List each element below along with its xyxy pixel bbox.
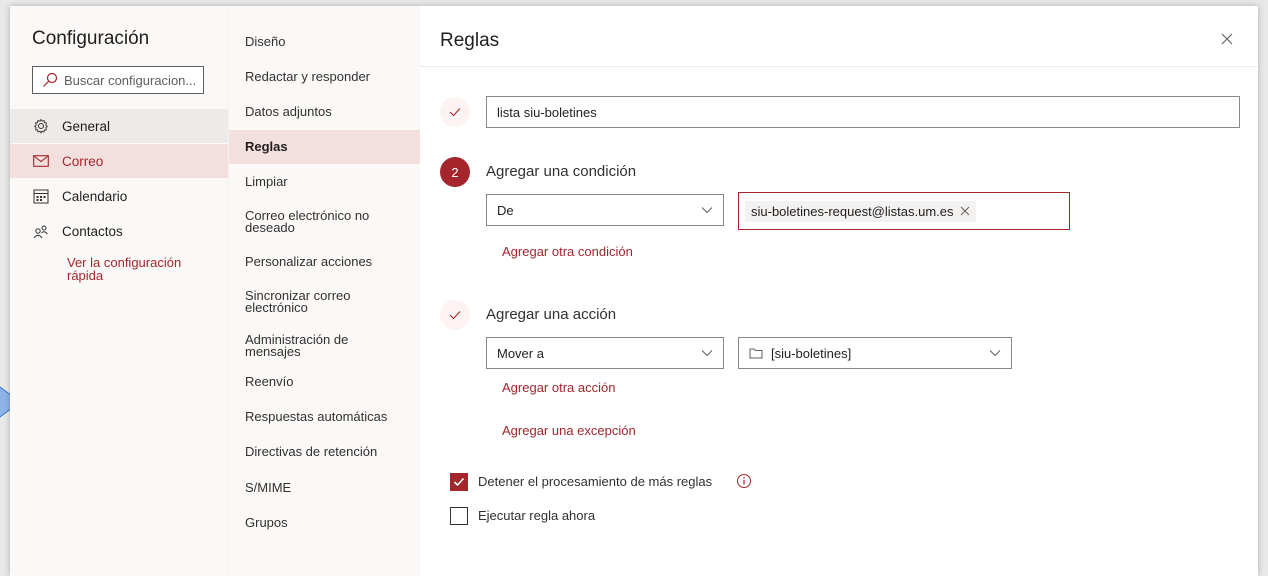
recipient-input[interactable]: siu-boletines-request@listas.um.es xyxy=(738,192,1070,230)
settings-dialog: Configuración Buscar configuracion... Ge… xyxy=(10,6,1258,576)
remove-recipient-icon[interactable] xyxy=(960,206,970,216)
settings-search-input[interactable]: Buscar configuracion... xyxy=(32,66,204,94)
mid-nav-item[interactable]: Administración de mensajes xyxy=(229,330,379,362)
nav-item-label: Contactos xyxy=(62,223,123,239)
condition-dropdown[interactable]: De xyxy=(486,194,724,226)
mid-nav-item[interactable]: Diseño xyxy=(229,32,421,52)
mid-nav-item[interactable]: Directivas de retención xyxy=(229,442,421,462)
search-placeholder: Buscar configuracion... xyxy=(64,72,197,88)
checkmark-icon xyxy=(453,477,465,487)
recipient-chip[interactable]: siu-boletines-request@listas.um.es xyxy=(745,200,976,222)
mid-nav-item[interactable]: Datos adjuntos xyxy=(229,102,421,122)
add-exception-link[interactable]: Agregar una excepción xyxy=(502,423,636,438)
mid-nav-item[interactable]: S/MIME xyxy=(229,478,421,498)
search-icon xyxy=(42,72,58,88)
action-value: Mover a xyxy=(497,345,544,361)
close-icon xyxy=(1221,33,1233,45)
page-title: Reglas xyxy=(440,30,500,51)
mail-icon xyxy=(32,152,50,170)
mid-nav-item-rules[interactable]: Reglas xyxy=(229,130,421,164)
settings-category-nav: Configuración Buscar configuracion... Ge… xyxy=(10,6,228,576)
stop-processing-label: Detener el procesamiento de más reglas xyxy=(478,474,713,489)
action-label: Agregar una acción xyxy=(486,306,617,323)
add-condition-link[interactable]: Agregar otra condición xyxy=(502,244,633,259)
mid-nav-item[interactable]: Grupos xyxy=(229,513,421,533)
mid-nav-item[interactable]: Correo electrónico no deseado xyxy=(229,206,399,238)
rules-editor: Reglas lista siu-boletines 2 Agregar una… xyxy=(420,6,1258,576)
people-icon xyxy=(32,222,50,240)
step-complete-indicator xyxy=(440,300,470,330)
checkmark-icon xyxy=(449,311,461,320)
settings-title: Configuración xyxy=(32,28,150,49)
run-now-checkbox[interactable] xyxy=(450,507,468,525)
nav-item-label: Correo xyxy=(62,153,104,169)
mid-nav-item[interactable]: Respuestas automáticas xyxy=(229,407,421,427)
step-number: 2 xyxy=(451,164,459,180)
calendar-icon xyxy=(32,187,50,205)
nav-item-label: Calendario xyxy=(62,188,128,204)
chevron-down-icon xyxy=(701,347,713,359)
recipient-address: siu-boletines-request@listas.um.es xyxy=(751,203,954,219)
add-action-link[interactable]: Agregar otra acción xyxy=(502,380,615,395)
close-button[interactable] xyxy=(1216,28,1238,50)
gear-icon xyxy=(32,117,50,135)
mail-settings-nav: Diseño Redactar y responder Datos adjunt… xyxy=(228,6,421,576)
nav-item-calendar[interactable]: Calendario xyxy=(10,179,228,213)
nav-item-general[interactable]: General xyxy=(10,109,228,143)
checkmark-icon xyxy=(449,108,461,117)
stop-processing-checkbox[interactable] xyxy=(450,473,468,491)
nav-item-label: General xyxy=(62,118,111,134)
nav-item-contacts[interactable]: Contactos xyxy=(10,214,228,248)
condition-label: Agregar una condición xyxy=(486,163,637,180)
info-icon[interactable] xyxy=(736,473,752,489)
run-now-label: Ejecutar regla ahora xyxy=(478,508,596,523)
step-number-badge: 2 xyxy=(440,157,470,187)
chevron-down-icon xyxy=(989,347,1001,359)
action-dropdown[interactable]: Mover a xyxy=(486,337,724,369)
mid-nav-item[interactable]: Limpiar xyxy=(229,172,421,192)
folder-icon xyxy=(749,347,763,359)
mid-nav-item[interactable]: Sincronizar correo electrónico xyxy=(229,286,379,318)
mid-nav-item[interactable]: Redactar y responder xyxy=(229,67,421,87)
rule-name-input[interactable]: lista siu-boletines xyxy=(486,96,1240,128)
divider xyxy=(420,66,1258,67)
condition-value: De xyxy=(497,202,514,218)
folder-dropdown[interactable]: [siu-boletines] xyxy=(738,337,1012,369)
mid-nav-item[interactable]: Personalizar acciones xyxy=(229,252,421,272)
quick-settings-link[interactable]: Ver la configuración rápida xyxy=(67,256,207,282)
nav-item-mail[interactable]: Correo xyxy=(10,144,228,178)
step-complete-indicator xyxy=(440,97,470,127)
mid-nav-item[interactable]: Reenvío xyxy=(229,372,421,392)
rule-name-value: lista siu-boletines xyxy=(497,104,597,120)
folder-value: [siu-boletines] xyxy=(771,345,852,361)
chevron-down-icon xyxy=(701,204,713,216)
